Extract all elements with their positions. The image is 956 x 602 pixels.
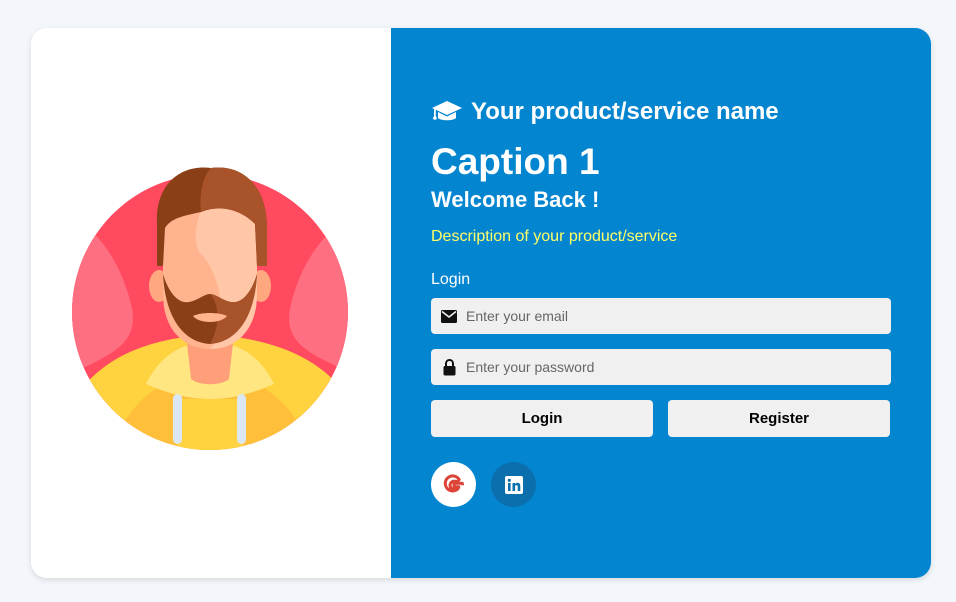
login-button[interactable]: Login — [431, 400, 653, 437]
register-button[interactable]: Register — [668, 400, 890, 437]
google-icon — [443, 474, 464, 492]
email-input[interactable] — [466, 298, 891, 334]
lock-icon — [440, 358, 458, 376]
login-panel: Your product/service name Caption 1 Welc… — [391, 28, 931, 578]
linkedin-login-button[interactable] — [491, 462, 536, 507]
caption-heading: Caption 1 — [431, 141, 600, 182]
linkedin-icon — [504, 475, 523, 494]
user-avatar-illustration — [72, 167, 348, 450]
password-field[interactable] — [431, 349, 891, 385]
envelope-icon — [440, 307, 458, 325]
brand-header: Your product/service name — [431, 98, 779, 126]
email-field[interactable] — [431, 298, 891, 334]
login-card: Your product/service name Caption 1 Welc… — [31, 28, 931, 578]
graduation-cap-icon — [432, 101, 462, 121]
product-description: Description of your product/service — [431, 228, 678, 245]
password-input[interactable] — [466, 349, 891, 385]
product-name: Your product/service name — [471, 98, 779, 125]
google-login-button[interactable] — [431, 462, 476, 507]
illustration-panel — [31, 28, 391, 578]
welcome-heading: Welcome Back ! — [431, 187, 600, 212]
login-section-label: Login — [431, 271, 471, 288]
